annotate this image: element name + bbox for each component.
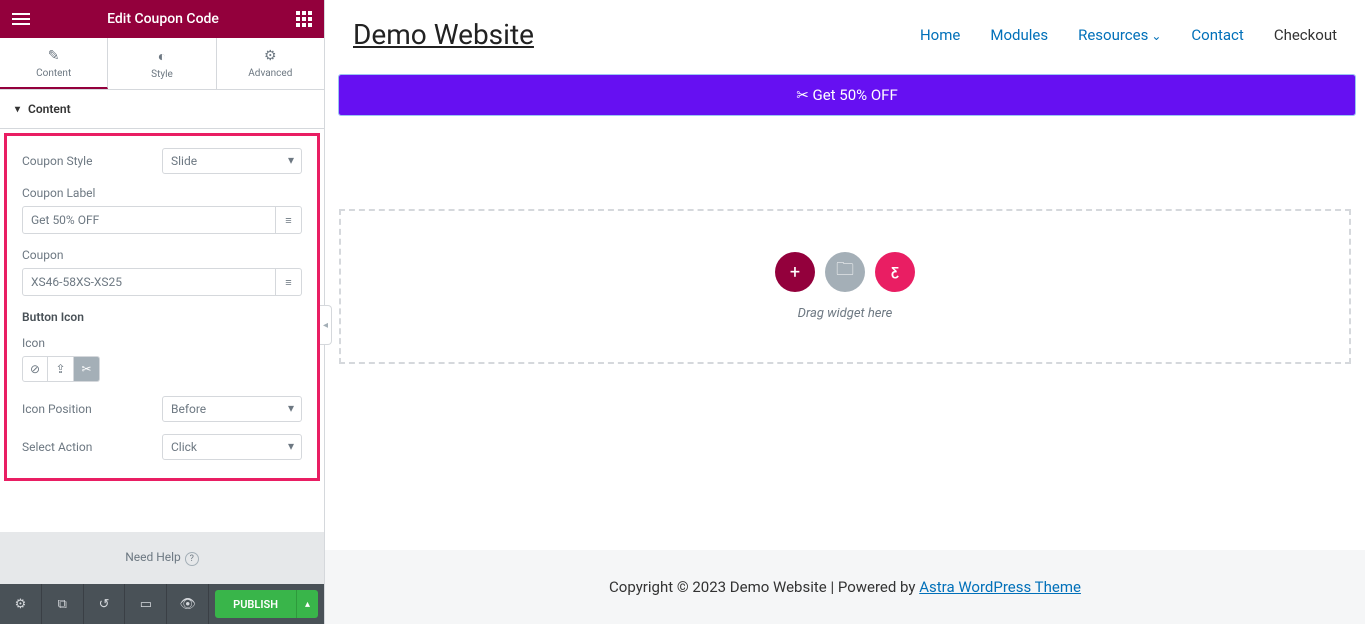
section-title: Content <box>28 102 71 116</box>
navigator-icon[interactable]: ⧉ <box>42 584 84 624</box>
nav-resources[interactable]: Resources <box>1078 26 1161 44</box>
elementskit-button[interactable]: Ƹ <box>875 252 915 292</box>
preview-icon[interactable]: 👁 <box>167 584 209 624</box>
nav-modules[interactable]: Modules <box>990 26 1048 44</box>
site-footer: Copyright © 2023 Demo Website | Powered … <box>325 550 1365 624</box>
hamburger-icon[interactable] <box>12 13 30 25</box>
tab-style[interactable]: ◐ Style <box>108 38 216 89</box>
icon-none-button[interactable]: ⊘ <box>22 356 48 382</box>
site-title-link[interactable]: Demo Website <box>353 18 534 51</box>
help-icon: ? <box>185 552 199 566</box>
tab-content[interactable]: ✎ Content <box>0 38 108 89</box>
coupon-label-input[interactable] <box>22 206 276 234</box>
tab-advanced[interactable]: ⚙ Advanced <box>217 38 324 89</box>
sidebar-header: Edit Coupon Code <box>0 0 324 38</box>
responsive-icon[interactable]: ▭ <box>125 584 167 624</box>
settings-icon[interactable]: ⚙ <box>0 584 42 624</box>
editor-sidebar: Edit Coupon Code ✎ Content ◐ Style ⚙ Advanc… <box>0 0 325 624</box>
section-toggle[interactable]: ▾ Content <box>0 90 324 129</box>
footer-text: Copyright © 2023 Demo Website | Powered … <box>609 578 919 596</box>
drop-icons: + 🗀 Ƹ <box>775 252 915 292</box>
coupon-code-label: Coupon <box>22 248 302 262</box>
icon-library-button[interactable]: ✂ <box>74 356 100 382</box>
coupon-bar-text: Get 50% OFF <box>813 86 898 104</box>
apps-icon[interactable] <box>296 11 312 27</box>
panel-title: Edit Coupon Code <box>30 11 296 27</box>
dynamic-tag-button-2[interactable]: ≡ <box>276 268 302 296</box>
drop-hint-text: Drag widget here <box>798 306 893 321</box>
collapse-sidebar-button[interactable]: ◂ <box>320 305 332 345</box>
nav-checkout[interactable]: Checkout <box>1274 26 1337 44</box>
coupon-style-label: Coupon Style <box>22 154 162 168</box>
publish-button[interactable]: PUBLISH <box>215 590 296 618</box>
coupon-label-label: Coupon Label <box>22 186 302 200</box>
bottom-bar: ⚙ ⧉ ↺ ▭ 👁 PUBLISH ▴ <box>0 584 324 624</box>
preview-area: Demo Website Home Modules Resources Cont… <box>325 0 1365 624</box>
tab-content-label: Content <box>36 68 71 79</box>
caret-down-icon: ▾ <box>15 104 20 115</box>
dynamic-tag-button[interactable]: ≡ <box>276 206 302 234</box>
contrast-icon: ◐ <box>108 48 215 65</box>
icon-position-label: Icon Position <box>22 402 162 416</box>
icon-label: Icon <box>22 336 302 350</box>
nav-home[interactable]: Home <box>920 26 960 44</box>
need-help-link[interactable]: Need Help? <box>0 532 324 584</box>
tab-advanced-label: Advanced <box>248 68 292 79</box>
icon-position-select[interactable]: Before <box>162 396 302 422</box>
nav-contact[interactable]: Contact <box>1191 26 1243 44</box>
editor-tabs: ✎ Content ◐ Style ⚙ Advanced <box>0 38 324 90</box>
pencil-icon: ✎ <box>0 48 107 64</box>
gear-icon: ⚙ <box>217 48 324 64</box>
controls-box: Coupon Style Slide Coupon Label ≡ Coupon… <box>4 133 320 481</box>
publish-options-button[interactable]: ▴ <box>296 590 318 618</box>
main-nav: Home Modules Resources Contact Checkout <box>920 26 1337 44</box>
select-action-label: Select Action <box>22 440 162 454</box>
coupon-code-input[interactable] <box>22 268 276 296</box>
coupon-style-select[interactable]: Slide <box>162 148 302 174</box>
icon-upload-button[interactable]: ⇪ <box>48 356 74 382</box>
footer-theme-link[interactable]: Astra WordPress Theme <box>919 578 1081 596</box>
empty-section[interactable]: + 🗀 Ƹ Drag widget here <box>339 209 1351 364</box>
add-section-button[interactable]: + <box>775 252 815 292</box>
tab-style-label: Style <box>151 69 173 80</box>
panel-body: ▾ Content Coupon Style Slide Coupon Labe… <box>0 90 324 532</box>
page-header: Demo Website Home Modules Resources Cont… <box>325 0 1365 75</box>
history-icon[interactable]: ↺ <box>84 584 126 624</box>
select-action-select[interactable]: Click <box>162 434 302 460</box>
scissors-icon: ✂ <box>796 86 812 104</box>
coupon-button-widget[interactable]: ✂ Get 50% OFF <box>339 75 1355 115</box>
button-icon-heading: Button Icon <box>22 310 302 324</box>
add-template-button[interactable]: 🗀 <box>825 252 865 292</box>
